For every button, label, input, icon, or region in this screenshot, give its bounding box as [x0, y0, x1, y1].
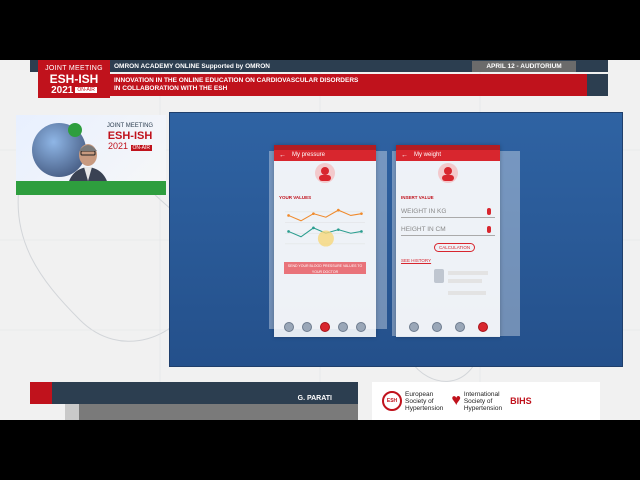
session-line: OMRON ACADEMY ONLINE Supported by OMRON [110, 61, 472, 72]
weight-bottom-nav [396, 317, 500, 337]
weight-title: My weight [414, 152, 442, 158]
settings-nav-icon[interactable] [338, 322, 348, 332]
back-arrow-icon-2: ← [401, 152, 408, 159]
pressure-bottom-nav [274, 317, 376, 337]
home-nav-icon-2[interactable] [408, 322, 419, 332]
event-logo-year-text: 2021 [51, 85, 74, 97]
esh-logo: ESH European Society of Hypertension [382, 391, 443, 412]
weight-avatar-icon [438, 163, 458, 183]
calculation-button[interactable]: CALCULATION [434, 243, 476, 252]
esh-name-line2: Society of [405, 397, 434, 405]
onair-badge: ON-AIR [75, 87, 97, 93]
session-title-line1: INNOVATION IN THE ONLINE EDUCATION ON CA… [114, 77, 359, 84]
esh-name: European Society of Hypertension [405, 391, 443, 412]
phone-weight-screen: ← My weight INSERT VALUE WEIGHT IN KG HEI… [396, 145, 500, 337]
header-right-accent [587, 74, 608, 96]
mic-icon-2[interactable] [487, 226, 491, 233]
height-input[interactable]: HEIGHT IN CM [401, 224, 495, 236]
event-logo-line2: ESH-ISH [49, 72, 99, 86]
esh-emblem-icon: ESH [382, 391, 402, 411]
ish-name-line3: Hypertension [463, 404, 503, 412]
speaker-name: G. PARATI [297, 395, 332, 402]
back-arrow-icon: ← [279, 152, 286, 159]
ish-logo: ♥ International Society of Hypertension [451, 391, 502, 412]
webcam-green-strip [16, 181, 166, 195]
event-logo-year: 2021 ON-AIR [38, 85, 110, 96]
heart-icon: ♥ [451, 392, 461, 409]
bihs-logo: BIHS [510, 395, 532, 406]
phone-pressure-screen: ← My pressure YOUR VALUES SEND YOUR BLOOD… [274, 145, 376, 337]
ish-name-line2: Society of [463, 397, 493, 405]
ish-name: International Society of Hypertension [464, 391, 502, 412]
info-nav-icon[interactable] [356, 322, 366, 332]
pressure-title: My pressure [292, 152, 326, 158]
pressure-avatar-icon [315, 163, 335, 183]
bihs-label: BIHS [510, 395, 532, 406]
weight-input-placeholder: WEIGHT IN KG [401, 208, 447, 215]
lower-third-subbar [65, 404, 358, 420]
lower-third-accent [30, 382, 52, 404]
weight-nav-icon[interactable] [477, 322, 488, 332]
ish-name-line1: International [463, 390, 500, 398]
bmi-scale-graphic [434, 269, 488, 295]
date-room-label: APRIL 12 - AUDITORIUM [472, 61, 576, 72]
lower-third-subbar-accent [65, 404, 79, 420]
partner-logos: ESH European Society of Hypertension ♥ Int… [372, 382, 600, 420]
webcam-onair-text: ON-AIR [130, 145, 153, 151]
speaker-webcam: JOINT MEETING ESH-ISH 2021 ON-AIR [16, 115, 166, 195]
esh-name-line1: European [405, 390, 434, 398]
height-input-placeholder: HEIGHT IN CM [401, 226, 446, 233]
weight-app-bar: ← My weight [396, 150, 500, 161]
mic-icon[interactable] [487, 208, 491, 215]
video-frame: JOINT MEETING ESH-ISH 2021 ON-AIR OMRON A… [0, 60, 640, 420]
pressure-app-bar: ← My pressure [274, 150, 376, 161]
send-pressure-button[interactable]: SEND YOUR BLOOD PRESSURE VALUES TO YOUR … [284, 262, 366, 274]
weight-section-label: INSERT VALUE [401, 195, 434, 200]
session-title-line2: IN COLLABORATION WITH THE ESH [114, 85, 228, 92]
see-history-link[interactable]: SEE HISTORY [401, 258, 495, 263]
green-badge-icon [68, 123, 82, 137]
weight-input[interactable]: WEIGHT IN KG [401, 206, 495, 218]
esh-name-line3: Hypertension [405, 404, 444, 412]
pressure-nav-icon-2[interactable] [454, 322, 465, 332]
pressure-section-label: YOUR VALUES [279, 195, 312, 200]
presentation-slide: ← My pressure YOUR VALUES SEND YOUR BLOOD… [169, 112, 623, 367]
profile-nav-icon-2[interactable] [431, 322, 442, 332]
profile-nav-icon[interactable] [302, 322, 312, 332]
event-logo: JOINT MEETING ESH-ISH 2021 ON-AIR [38, 60, 110, 98]
session-title: INNOVATION IN THE ONLINE EDUCATION ON CA… [110, 74, 587, 96]
home-nav-icon[interactable] [284, 322, 294, 332]
pressure-nav-icon[interactable] [320, 322, 330, 332]
pressure-values-chart [285, 208, 365, 247]
